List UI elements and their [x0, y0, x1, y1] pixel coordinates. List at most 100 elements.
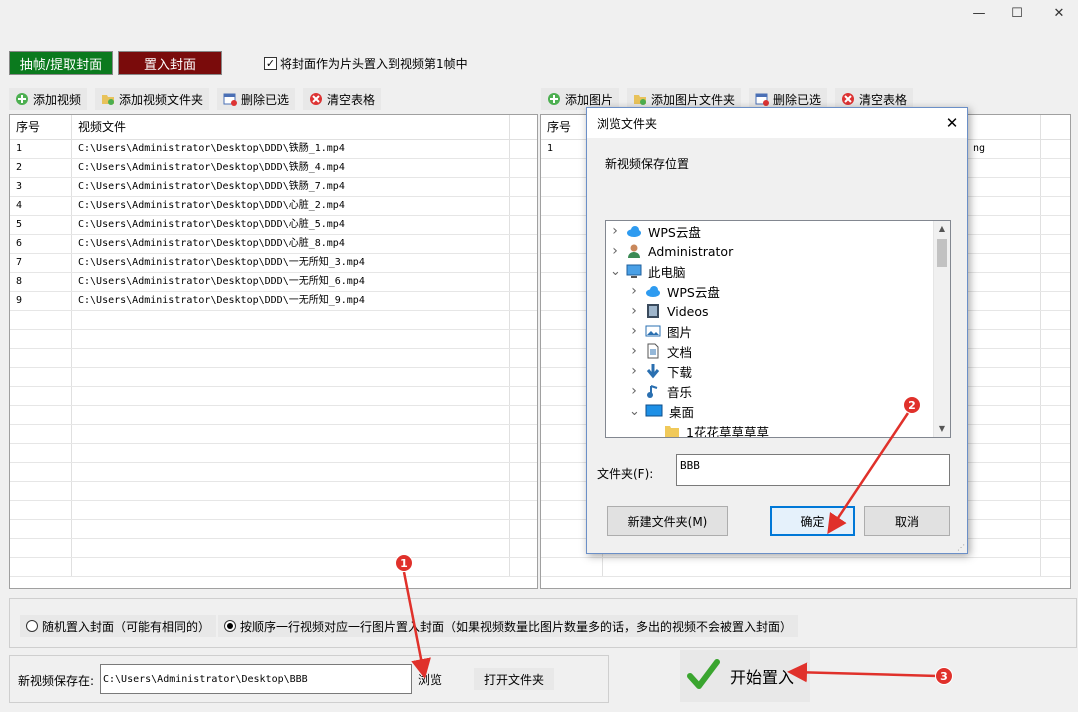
dialog-close-button[interactable]: ✕: [937, 114, 967, 132]
chevron-right-icon[interactable]: ›: [629, 363, 639, 379]
tree-item[interactable]: ⌄ 此电脑: [610, 261, 686, 281]
chevron-right-icon[interactable]: ›: [629, 323, 639, 339]
dialog-ok-button[interactable]: 确定: [770, 506, 855, 536]
delete-selected-button[interactable]: 删除已选: [217, 88, 296, 110]
browse-button[interactable]: 浏览: [418, 668, 448, 690]
add-video-folder-button[interactable]: 添加视频文件夹: [95, 88, 210, 110]
table-row[interactable]: [541, 558, 1070, 577]
chevron-right-icon[interactable]: ›: [629, 383, 639, 399]
table-row[interactable]: [10, 311, 537, 330]
table-row[interactable]: [10, 482, 537, 501]
row-file: [72, 501, 510, 519]
delete-selected-label: 删除已选: [241, 92, 290, 107]
tree-item-label: 音乐: [667, 384, 693, 400]
table-row[interactable]: 6 C:\Users\Administrator\Desktop\DDD\心脏_8…: [10, 235, 537, 254]
table-row[interactable]: [10, 406, 537, 425]
tree-item-label: Videos: [667, 303, 709, 319]
row-index: [10, 406, 72, 424]
chevron-right-icon[interactable]: ›: [610, 243, 620, 259]
table-row[interactable]: [10, 558, 537, 577]
row-index: 3: [10, 178, 72, 196]
table-row[interactable]: [10, 463, 537, 482]
browse-folder-dialog: 浏览文件夹 ✕ 新视频保存位置 › WPS云盘 › Administrator ⌄ 此电脑…: [586, 107, 968, 554]
save-path-input[interactable]: C:\Users\Administrator\Desktop\BBB: [100, 664, 412, 694]
table-row[interactable]: [10, 387, 537, 406]
folder-label: 文件夹(F):: [597, 467, 654, 481]
embed-cover-button[interactable]: 置入封面: [118, 51, 222, 75]
table-row[interactable]: 9 C:\Users\Administrator\Desktop\DDD\一无所知…: [10, 292, 537, 311]
scroll-down-icon[interactable]: ▼: [934, 421, 950, 437]
clear-red-icon: [309, 92, 323, 106]
dialog-cancel-button[interactable]: 取消: [864, 506, 950, 536]
chevron-down-icon[interactable]: ⌄: [610, 264, 621, 279]
extract-cover-button[interactable]: 抽帧/提取封面: [9, 51, 113, 75]
table-row[interactable]: 5 C:\Users\Administrator\Desktop\DDD\心脏_5…: [10, 216, 537, 235]
video-icon: [645, 303, 661, 319]
chevron-down-icon[interactable]: ⌄: [629, 404, 640, 419]
table-row[interactable]: [10, 520, 537, 539]
open-folder-button[interactable]: 打开文件夹: [474, 668, 554, 690]
tree-item[interactable]: 1花花草草草草: [648, 421, 769, 437]
add-video-button[interactable]: 添加视频: [9, 88, 88, 110]
random-mode-radio[interactable]: 随机置入封面（可能有相同的）: [20, 615, 217, 637]
tree-scrollbar[interactable]: ▲ ▼: [933, 221, 950, 437]
col-index-header[interactable]: 序号: [10, 115, 72, 139]
user-icon: [626, 243, 642, 259]
close-window-button[interactable]: ✕: [1036, 0, 1078, 26]
tree-item[interactable]: › 音乐: [629, 381, 692, 401]
scroll-up-icon[interactable]: ▲: [934, 221, 950, 237]
video-table[interactable]: 序号 视频文件 1 C:\Users\Administrator\Desktop\…: [9, 114, 538, 589]
tree-item[interactable]: › 图片: [629, 321, 692, 341]
table-row[interactable]: 8 C:\Users\Administrator\Desktop\DDD\一无所知…: [10, 273, 537, 292]
table-row[interactable]: [10, 539, 537, 558]
table-row[interactable]: [10, 425, 537, 444]
first-frame-checkbox[interactable]: ✓ 将封面作为片头置入到视频第1帧中: [264, 55, 468, 72]
chevron-right-icon[interactable]: ›: [629, 343, 639, 359]
radio-selected-icon: [224, 620, 236, 632]
clear-table-button[interactable]: 清空表格: [303, 88, 382, 110]
chevron-right-icon[interactable]: ›: [629, 303, 639, 319]
tree-item[interactable]: › Videos: [629, 301, 709, 321]
chevron-right-icon[interactable]: ›: [629, 283, 639, 299]
table-row[interactable]: 3 C:\Users\Administrator\Desktop\DDD\铁肠_7…: [10, 178, 537, 197]
video-toolbar: 添加视频 添加视频文件夹 删除已选 清空表格: [9, 88, 389, 110]
table-row[interactable]: 2 C:\Users\Administrator\Desktop\DDD\铁肠_4…: [10, 159, 537, 178]
row-file: [72, 406, 510, 424]
add-image-folder-label: 添加图片文件夹: [651, 92, 736, 107]
table-row[interactable]: 4 C:\Users\Administrator\Desktop\DDD\心脏_2…: [10, 197, 537, 216]
add-folder-icon: [633, 92, 647, 106]
table-row[interactable]: [10, 368, 537, 387]
tree-item[interactable]: › 文档: [629, 341, 692, 361]
close-icon: ✕: [1053, 5, 1065, 21]
table-row[interactable]: [10, 349, 537, 368]
chevron-right-icon[interactable]: ›: [610, 223, 620, 239]
table-row[interactable]: [10, 501, 537, 520]
tree-item[interactable]: › WPS云盘: [629, 281, 720, 301]
sequential-mode-radio[interactable]: 按顺序一行视频对应一行图片置入封面（如果视频数量比图片数量多的话，多出的视频不会…: [218, 615, 799, 637]
music-icon: [645, 383, 661, 399]
row-file: [72, 444, 510, 462]
tree-item[interactable]: › WPS云盘: [610, 221, 701, 241]
row-file: [72, 368, 510, 386]
tree-item[interactable]: ⌄ 桌面: [629, 401, 694, 421]
clear-image-table-label: 清空表格: [859, 92, 908, 107]
tree-item[interactable]: › 下载: [629, 361, 692, 381]
folder-tree[interactable]: › WPS云盘 › Administrator ⌄ 此电脑 › WPS云盘 › Videos › 图片…: [605, 220, 951, 438]
add-image-label: 添加图片: [565, 92, 614, 107]
maximize-button[interactable]: ☐: [994, 0, 1040, 26]
table-row[interactable]: [10, 330, 537, 349]
table-row[interactable]: [10, 444, 537, 463]
tree-item[interactable]: › Administrator: [610, 241, 733, 261]
maximize-icon: ☐: [1011, 5, 1023, 21]
resize-grip-icon[interactable]: ⋰: [957, 543, 965, 552]
add-folder-icon: [101, 92, 115, 106]
new-folder-button[interactable]: 新建文件夹(M): [607, 506, 728, 536]
tree-item-label: 此电脑: [648, 264, 686, 280]
table-row[interactable]: 1 C:\Users\Administrator\Desktop\DDD\铁肠_1…: [10, 140, 537, 159]
folder-name-input[interactable]: BBB: [676, 454, 950, 486]
scroll-thumb[interactable]: [937, 239, 947, 267]
col-file-header[interactable]: 视频文件: [72, 115, 510, 139]
table-row[interactable]: 7 C:\Users\Administrator\Desktop\DDD\一无所知…: [10, 254, 537, 273]
arrow-3: [787, 662, 939, 683]
start-embed-button[interactable]: 开始置入: [680, 650, 810, 702]
